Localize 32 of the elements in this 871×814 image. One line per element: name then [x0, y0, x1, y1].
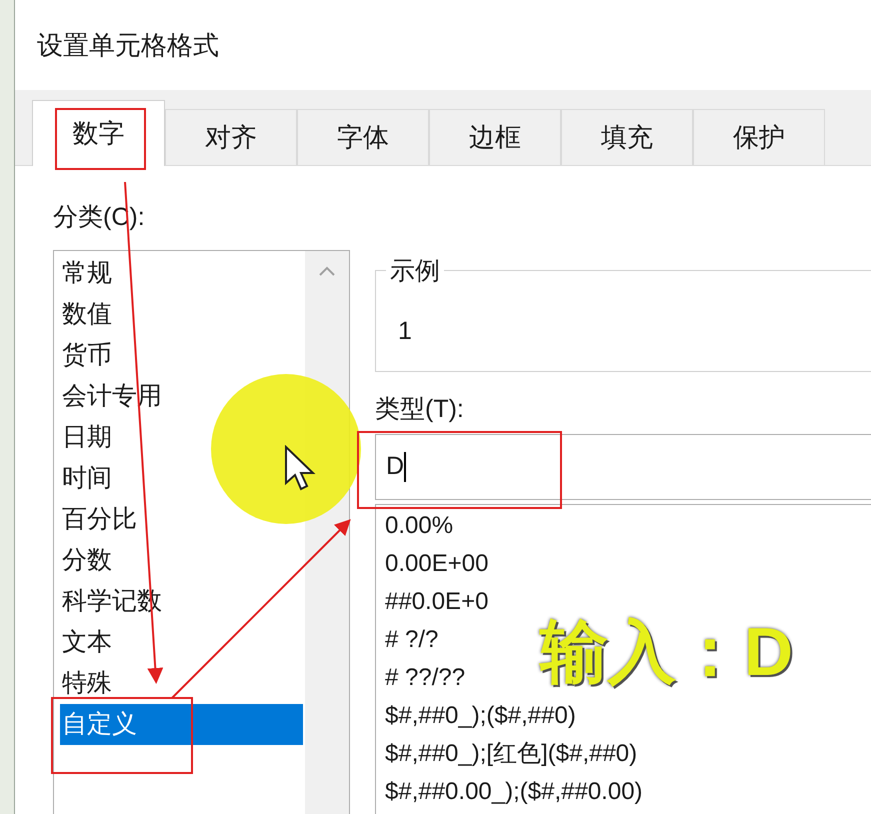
cursor-icon	[284, 445, 316, 493]
category-item[interactable]: 百分比	[60, 499, 139, 540]
format-item[interactable]: ##0.0E+0	[385, 583, 488, 621]
format-item[interactable]: # ??/??	[385, 659, 466, 697]
sample-value: 1	[398, 316, 412, 348]
tab[interactable]: 边框	[429, 109, 561, 165]
window-title: 设置单元格格式	[37, 28, 219, 62]
type-value: D	[386, 451, 404, 482]
category-item[interactable]: 特殊	[60, 663, 114, 704]
format-item[interactable]: 0.00%	[385, 507, 454, 545]
category-item[interactable]: 分数	[60, 540, 114, 581]
tab[interactable]: 填充	[561, 109, 693, 165]
format-item[interactable]: $#,##0.00_);($#,##0.00)	[385, 773, 643, 811]
tab[interactable]: 保护	[693, 109, 825, 165]
category-item[interactable]: 日期	[60, 417, 114, 458]
format-item[interactable]: # ?/?	[385, 621, 438, 659]
category-item[interactable]: 货币	[60, 335, 114, 376]
category-item[interactable]: 文本	[60, 622, 114, 663]
category-item[interactable]: 常规	[60, 253, 114, 294]
tab[interactable]: 字体	[297, 109, 429, 165]
category-item[interactable]: 自定义	[60, 704, 303, 745]
tab[interactable]: 数字	[32, 100, 165, 166]
category-item[interactable]: 数值	[60, 294, 114, 335]
type-input[interactable]: D	[375, 434, 871, 500]
format-item[interactable]: $#,##0_);($#,##0)	[385, 697, 576, 735]
format-item[interactable]: $#,##0_);[红色]($#,##0)	[385, 735, 638, 773]
category-item[interactable]: 时间	[60, 458, 114, 499]
caption: 输入：D	[540, 618, 794, 686]
chevron-up-icon[interactable]	[318, 265, 336, 277]
type-label: 类型(T):	[375, 394, 464, 424]
format-item[interactable]: 0.00E+00	[385, 545, 488, 583]
tab[interactable]: 对齐	[165, 109, 297, 165]
